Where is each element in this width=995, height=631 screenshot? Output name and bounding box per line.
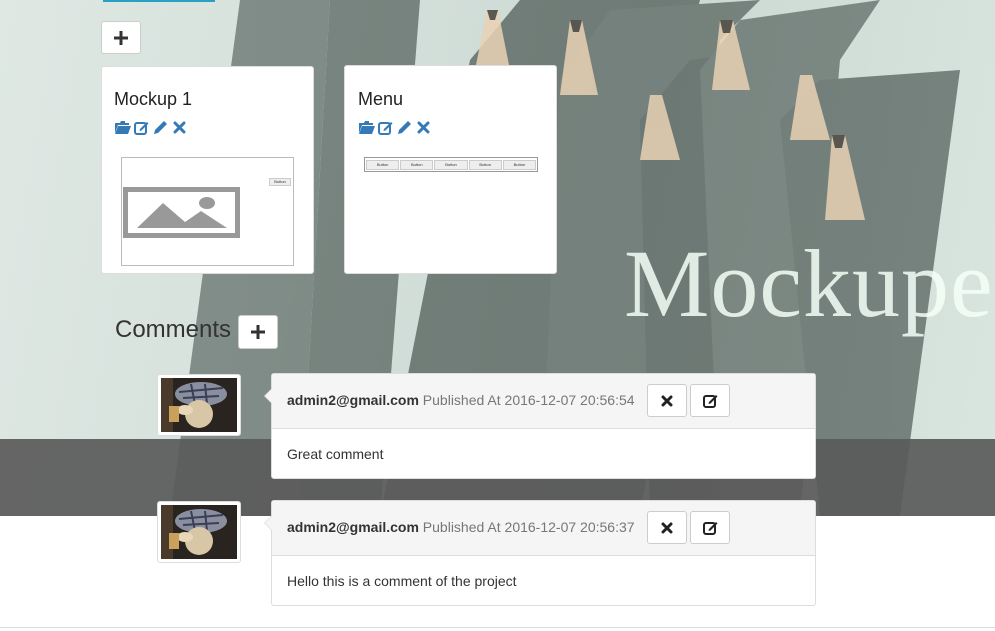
mockup-title: Mockup 1 [114, 89, 193, 109]
close-icon[interactable] [415, 119, 432, 135]
mockup-actions [114, 119, 188, 135]
image-placeholder-icon [123, 187, 240, 238]
avatar-image [161, 378, 237, 432]
thumbnail-menu-item: Button [502, 160, 537, 170]
comment-meta: admin2@gmail.com Published At 2016-12-07… [287, 392, 635, 408]
close-icon[interactable] [171, 119, 188, 135]
mockup-thumbnail[interactable]: Button Button Button Button Button [364, 157, 538, 172]
edit-square-icon[interactable] [377, 119, 394, 135]
avatar [157, 501, 241, 563]
published-label: Published At [422, 392, 501, 408]
open-folder-icon[interactable] [358, 119, 375, 135]
top-tab-underline [103, 0, 215, 2]
bottom-divider [0, 627, 995, 628]
edit-comment-button[interactable] [690, 384, 730, 417]
comment-panel: admin2@gmail.com Published At 2016-12-07… [264, 373, 816, 479]
comment-meta: admin2@gmail.com Published At 2016-12-07… [287, 519, 635, 535]
delete-comment-button[interactable] [647, 511, 687, 544]
mockup-actions [358, 119, 432, 135]
comment-timestamp: 2016-12-07 20:56:37 [504, 519, 635, 535]
comment-header: admin2@gmail.com Published At 2016-12-07… [272, 374, 815, 429]
add-comment-button[interactable] [238, 315, 278, 349]
add-mockup-button[interactable] [101, 21, 141, 54]
comments-title: Comments [115, 316, 232, 343]
close-icon [661, 522, 673, 533]
thumbnail-menu: Button Button Button Button Button [366, 160, 537, 170]
comment-timestamp: 2016-12-07 20:56:54 [504, 392, 635, 408]
thumbnail-button: Button [269, 178, 291, 186]
edit-square-icon [702, 522, 717, 535]
brand-watermark: Mockuper [624, 230, 995, 337]
open-folder-icon[interactable] [114, 119, 131, 135]
pencil-icon[interactable] [152, 119, 169, 135]
thumbnail-menu-item: Button [434, 160, 468, 170]
thumbnail-menu-item: Button [366, 160, 400, 170]
pencil-icon[interactable] [396, 119, 413, 135]
thumbnail-menu-item: Button [400, 160, 434, 170]
delete-comment-button[interactable] [647, 384, 687, 417]
mockup-card[interactable]: Menu Button Button Button Button Button [344, 65, 557, 274]
comment-text: Great comment [287, 446, 384, 462]
edit-comment-button[interactable] [690, 511, 730, 544]
comment-author: admin2@gmail.com [287, 392, 419, 408]
plus-icon [114, 30, 128, 45]
mockup-thumbnail[interactable]: Button [121, 157, 294, 266]
edit-square-icon[interactable] [133, 119, 150, 135]
thumbnail-menu-item: Button [468, 160, 502, 170]
published-label: Published At [422, 519, 501, 535]
plus-icon [251, 325, 265, 339]
avatar [157, 374, 241, 436]
edit-square-icon [702, 395, 717, 408]
mockup-title: Menu [358, 89, 404, 109]
comment-header: admin2@gmail.com Published At 2016-12-07… [272, 501, 815, 556]
comment-author: admin2@gmail.com [287, 519, 419, 535]
close-icon [661, 395, 673, 406]
mockup-card[interactable]: Mockup 1 Button [101, 66, 314, 274]
avatar-image [161, 505, 237, 559]
comment-panel: admin2@gmail.com Published At 2016-12-07… [264, 500, 816, 606]
comment-text: Hello this is a comment of the project [287, 573, 517, 589]
